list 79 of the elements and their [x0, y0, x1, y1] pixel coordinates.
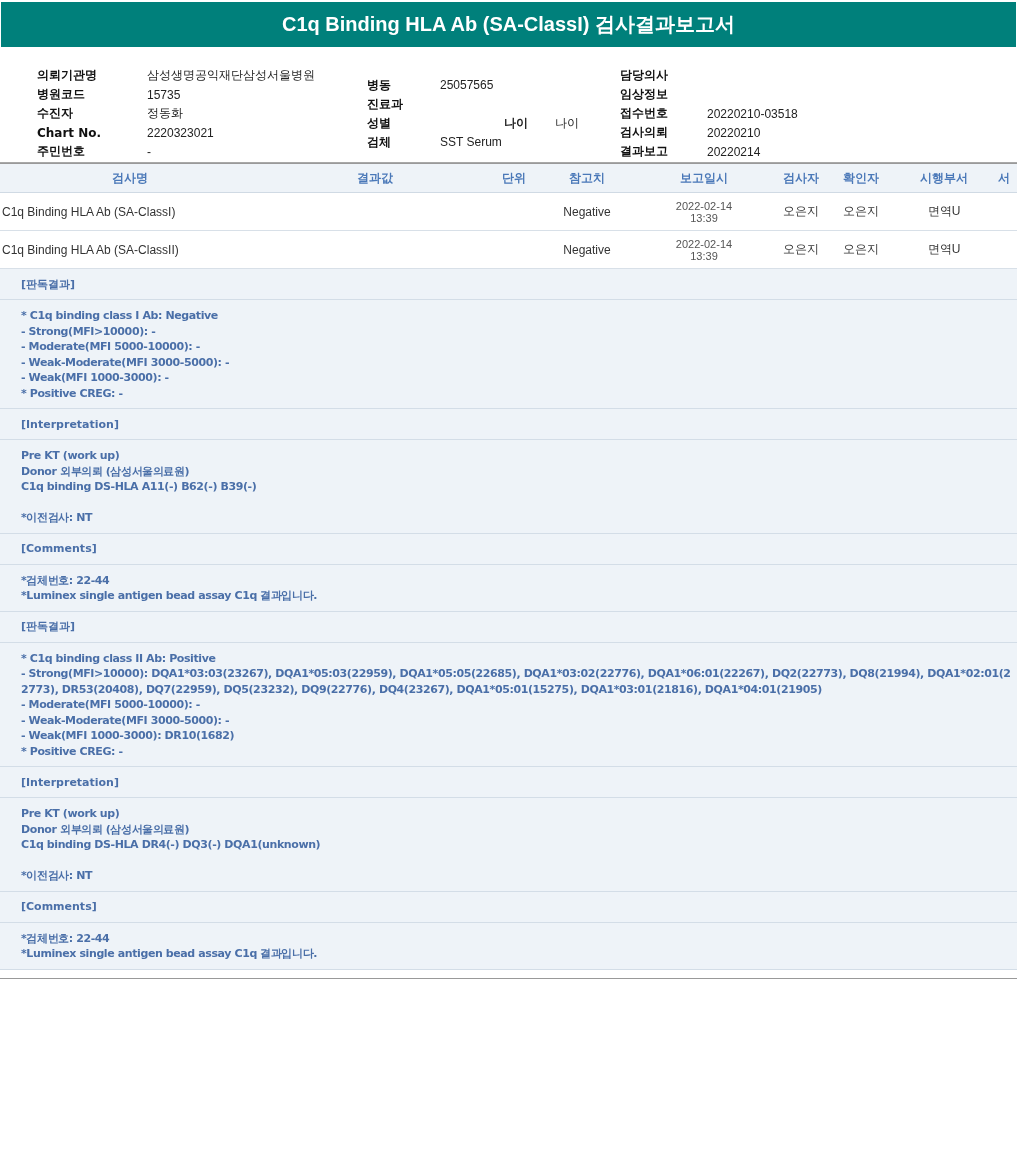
- section-heading: [판독결과]: [21, 619, 76, 634]
- result-text: *Luminex single antigen bead assay C1q 결과입니다.: [21, 947, 318, 960]
- section-heading: [Interpretation]: [21, 417, 119, 431]
- result-text: - Weak(MFI 1000-3000): -: [21, 371, 169, 384]
- table-cell: 2022-02-14 13:39: [675, 199, 733, 224]
- field-value: SST Serum: [440, 135, 502, 149]
- section-heading: [Comments]: [21, 900, 97, 913]
- field-label: 임상정보: [620, 87, 668, 101]
- result-text: * C1q binding class II Ab: Positive: [21, 651, 216, 665]
- result-text: 2773), DR53(20408), DQ7(22959), DQ5(23232), DQ9(22776), DQ4(23267), DQA1*05:01(15275), DQA1*03:01(21816), DQA1*04:01(21905): [21, 682, 822, 696]
- table-cell: 면역U: [927, 242, 961, 256]
- column-header: 서: [998, 170, 1010, 185]
- field-label: 수진자: [37, 106, 73, 120]
- result-text: Pre KT (work up): [21, 449, 120, 462]
- result-text: *Luminex single antigen bead assay C1q 결과입니다.: [21, 589, 318, 602]
- result-text: *검체번호: 22-44: [21, 573, 110, 587]
- result-text: *검체번호: 22-44: [21, 931, 110, 945]
- field-label: 결과보고: [620, 144, 668, 158]
- field-value: -: [147, 144, 151, 159]
- field-label: 병원코드: [37, 87, 85, 101]
- result-text: C1q binding DS-HLA A11(-) B62(-) B39(-): [21, 480, 257, 493]
- table-cell: 오은지: [783, 204, 819, 218]
- field-label: 성별: [367, 115, 391, 130]
- result-text: - Moderate(MFI 5000-10000): -: [21, 698, 200, 711]
- column-header: 시행부서: [920, 170, 968, 185]
- column-header: 결과값: [356, 170, 393, 185]
- field-value: 20220210-03518: [707, 106, 798, 121]
- result-text: - Strong(MFI>10000): DQA1*03:03(23267), DQA1*05:03(22959), DQA1*05:05(22685), DQA1*03:02(22776), DQA1*06:01(22267), DQ2(22773), DQ8(21994), DQA1*02:01(2: [21, 667, 1011, 680]
- field-value: 2220323021: [147, 125, 214, 140]
- result-text: * C1q binding class I Ab: Negative: [21, 309, 218, 322]
- column-header: 검사자: [783, 170, 819, 185]
- field-value: 15735: [147, 87, 181, 102]
- field-value: 나이: [555, 114, 579, 132]
- result-text: - Strong(MFI>10000): -: [21, 324, 156, 338]
- result-text: *이전검사: NT: [21, 869, 93, 882]
- result-text: Donor 외부의뢰 (삼성서울의료원): [21, 822, 190, 836]
- section-heading: [판독결과]: [21, 276, 76, 292]
- title-bar: C1q Binding HLA Ab (SA-ClassI) 검사결과보고서: [1, 2, 1016, 47]
- result-text: C1q binding DS-HLA DR4(-) DQ3(-) DQA1(unknown): [21, 838, 321, 851]
- field-label: 접수번호: [620, 106, 668, 120]
- result-text: - Weak-Moderate(MFI 3000-5000): -: [21, 355, 230, 369]
- result-text: - Weak(MFI 1000-3000): DR10(1682): [21, 729, 235, 742]
- table-cell: 오은지: [783, 242, 819, 256]
- field-value: 20220210: [707, 125, 761, 140]
- field-label: 병동: [367, 77, 391, 92]
- field-label: 주민번호: [37, 144, 85, 158]
- section-heading: [Comments]: [21, 542, 97, 555]
- table-cell: C1q Binding HLA Ab (SA-ClassII): [2, 242, 179, 257]
- table-cell: Negative: [563, 204, 611, 219]
- column-header: 확인자: [843, 170, 879, 185]
- table-cell: 오은지: [843, 204, 879, 218]
- result-text: Pre KT (work up): [21, 807, 120, 820]
- field-label: 나이: [503, 114, 528, 132]
- result-text: Donor 외부의뢰 (삼성서울의료원): [21, 464, 190, 478]
- field-label: 검체: [367, 134, 391, 149]
- field-value: 정동화: [147, 105, 183, 122]
- column-header: 보고일시: [680, 170, 728, 185]
- table-cell: C1q Binding HLA Ab (SA-ClassI): [2, 204, 176, 219]
- field-label: 진료과: [367, 96, 403, 111]
- field-value: 25057565: [440, 78, 494, 92]
- result-text: - Weak-Moderate(MFI 3000-5000): -: [21, 713, 230, 727]
- field-label: 검사의뢰: [620, 125, 668, 139]
- section-heading: [Interpretation]: [21, 775, 119, 789]
- field-label: Chart No.: [37, 125, 102, 140]
- table-cell: 2022-02-14 13:39: [675, 237, 733, 262]
- result-text: *이전검사: NT: [21, 511, 93, 524]
- column-header: 검사명: [112, 170, 148, 185]
- table-cell: 면역U: [927, 204, 961, 218]
- field-label: 담당의사: [620, 68, 668, 82]
- table-cell: Negative: [563, 242, 611, 257]
- result-text: * Positive CREG: -: [21, 386, 123, 400]
- column-header: 참고치: [569, 170, 605, 185]
- field-label: 의뢰기관명: [37, 68, 97, 82]
- field-value: 삼성생명공익재단삼성서울병원: [147, 67, 315, 84]
- field-value: 20220214: [707, 144, 761, 159]
- column-header: 단위: [502, 170, 526, 185]
- result-text: * Positive CREG: -: [21, 744, 123, 758]
- result-text: - Moderate(MFI 5000-10000): -: [21, 340, 200, 353]
- table-cell: 오은지: [843, 242, 879, 256]
